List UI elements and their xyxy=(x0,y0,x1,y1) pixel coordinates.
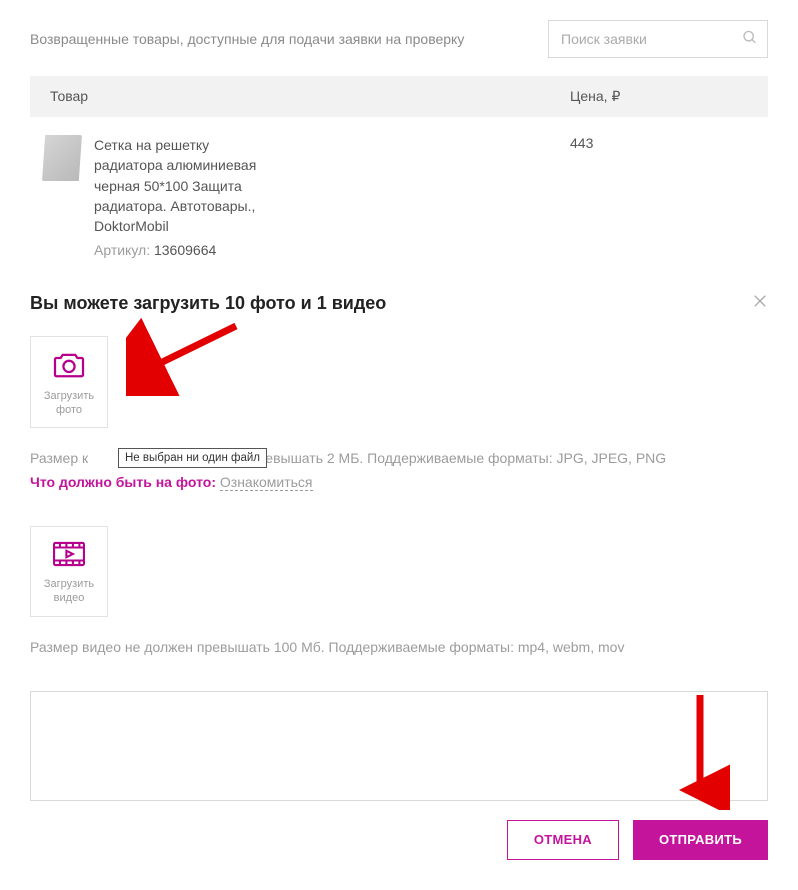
annotation-arrow-icon xyxy=(126,316,246,396)
returned-goods-caption: Возвращенные товары, доступные для подач… xyxy=(30,31,464,47)
photo-req-label: Что должно быть на фото: xyxy=(30,474,216,490)
article-label: Артикул: xyxy=(94,242,150,258)
video-icon xyxy=(31,541,107,570)
product-price: 443 xyxy=(570,135,593,151)
col-product-header: Товар xyxy=(50,88,570,105)
photo-req-link[interactable]: Ознакомиться xyxy=(220,474,313,491)
article-value: 13609664 xyxy=(154,242,216,258)
upload-photo-label: Загрузить фото xyxy=(31,390,107,418)
camera-icon xyxy=(31,351,107,382)
submit-button[interactable]: ОТПРАВИТЬ xyxy=(633,820,768,860)
table-row: Сетка на решетку радиатора алюминиевая ч… xyxy=(30,117,768,271)
annotation-arrow-icon xyxy=(670,690,730,810)
search-icon xyxy=(742,30,758,49)
product-thumbnail xyxy=(42,135,82,181)
col-price-header: Цена, ₽ xyxy=(570,88,620,105)
photo-requirements: Что должно быть на фото: Ознакомиться xyxy=(30,474,768,490)
close-icon[interactable] xyxy=(752,293,768,314)
video-upload-section: Загрузить видео Размер видео не должен п… xyxy=(30,526,768,655)
product-name: Сетка на решетку радиатора алюминиевая ч… xyxy=(94,135,264,236)
video-size-note: Размер видео не должен превышать 100 Мб.… xyxy=(30,639,768,655)
upload-video-label: Загрузить видео xyxy=(31,578,107,606)
file-tooltip: Не выбран ни один файл xyxy=(118,448,267,468)
upload-video-button[interactable]: Загрузить видео xyxy=(30,526,108,617)
cancel-button[interactable]: ОТМЕНА xyxy=(507,820,619,860)
upload-heading: Вы можете загрузить 10 фото и 1 видео xyxy=(30,293,386,314)
photo-upload-section: Загрузить фото Не выбран ни один файл Ра… xyxy=(30,336,768,491)
upload-photo-button[interactable]: Загрузить фото xyxy=(30,336,108,429)
search-input[interactable] xyxy=(548,20,768,58)
comment-textarea[interactable] xyxy=(30,691,768,801)
product-info: Сетка на решетку радиатора алюминиевая ч… xyxy=(94,135,564,261)
table-header: Товар Цена, ₽ xyxy=(30,76,768,117)
search-container xyxy=(548,20,768,58)
